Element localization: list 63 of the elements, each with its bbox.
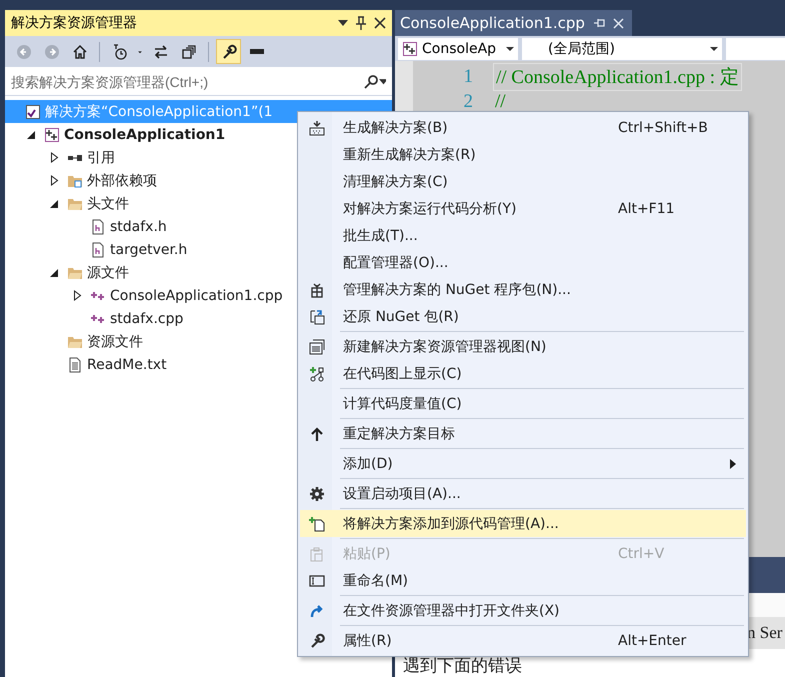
expander-icon[interactable] <box>50 175 59 186</box>
gift-icon <box>309 282 325 298</box>
expander-icon[interactable] <box>50 267 59 278</box>
menu-item[interactable]: 重新生成解决方案(R) <box>300 141 746 168</box>
expander-icon[interactable] <box>27 129 36 140</box>
line-number: 2 <box>462 90 473 112</box>
panel-title: 解决方案资源管理器 <box>11 14 138 32</box>
project-dropdown[interactable]: ConsoleAp <box>398 38 518 60</box>
diagram-icon <box>309 366 325 382</box>
menu-item[interactable]: 重定解决方案目标 <box>300 420 746 447</box>
caret-icon <box>710 47 718 51</box>
scope-dropdown[interactable]: (全局范围) <box>522 38 722 60</box>
rename-icon <box>309 572 325 588</box>
expander-icon[interactable] <box>73 290 82 301</box>
add-file-icon <box>309 516 325 532</box>
code-comment: // <box>494 90 507 112</box>
toolbar-button[interactable] <box>216 39 241 64</box>
menu-item[interactable]: 将解决方案添加到源代码管理(A)... <box>300 510 746 537</box>
restore-icon <box>309 308 325 324</box>
forward-icon <box>44 44 60 60</box>
menu-item[interactable]: 重命名(M) <box>300 567 746 594</box>
output-text: 遇到下面的错误 <box>403 655 522 677</box>
menu-item[interactable]: 清理解决方案(C) <box>300 168 746 195</box>
close-icon[interactable] <box>374 17 386 29</box>
dash-icon <box>250 49 264 54</box>
expander-icon[interactable] <box>50 152 59 163</box>
menu-item[interactable]: 设置启动项目(A)... <box>300 480 746 507</box>
dropdown-icon[interactable] <box>338 20 348 26</box>
menu-item[interactable]: 管理解决方案的 NuGet 程序包(N)... <box>300 276 746 303</box>
menu-item[interactable]: 配置管理器(O)... <box>300 249 746 276</box>
line-number: 1 <box>462 66 473 88</box>
caret-icon <box>506 47 514 51</box>
up-arrow-icon <box>309 426 325 442</box>
collapse-icon <box>180 44 196 60</box>
expander-icon[interactable] <box>50 198 59 209</box>
code-comment: // ConsoleApplication1.cpp : 定 <box>493 62 742 90</box>
header-file-icon <box>90 218 106 234</box>
project-icon <box>402 41 418 57</box>
menu-item[interactable]: 属性(R) Alt+Enter <box>300 627 746 654</box>
menu-item[interactable]: 批生成(T)... <box>300 222 746 249</box>
gear-icon <box>309 486 325 502</box>
build-icon <box>309 120 325 136</box>
menu-item[interactable]: 在文件资源管理器中打开文件夹(X) <box>300 597 746 624</box>
menu-item[interactable]: 计算代码度量值(C) <box>300 390 746 417</box>
menu-item[interactable]: 对解决方案运行代码分析(Y) Alt+F11 <box>300 195 746 222</box>
project-icon <box>44 126 60 142</box>
home-icon <box>72 44 88 60</box>
menu-item[interactable]: 添加(D) <box>300 450 746 477</box>
search-field[interactable]: 搜索解决方案资源管理器(Ctrl+;) <box>11 74 364 90</box>
back-icon <box>16 44 32 60</box>
paste-icon <box>309 546 325 562</box>
clock-icon <box>112 44 128 60</box>
menu-item[interactable]: 在代码图上显示(C) <box>300 360 746 387</box>
pin-icon[interactable] <box>356 16 366 30</box>
window-icon <box>309 338 325 354</box>
menu-item[interactable]: 新建解决方案资源管理器视图(N) <box>300 333 746 360</box>
menu-item[interactable]: 还原 NuGet 包(R) <box>300 303 746 330</box>
search-icon[interactable] <box>364 75 386 89</box>
header-file-icon <box>90 242 106 258</box>
redo-arrow-icon <box>309 602 325 618</box>
text-file-icon <box>67 356 83 372</box>
sync-icon <box>152 44 168 60</box>
tab-title: ConsoleApplication1.cpp <box>400 14 585 32</box>
